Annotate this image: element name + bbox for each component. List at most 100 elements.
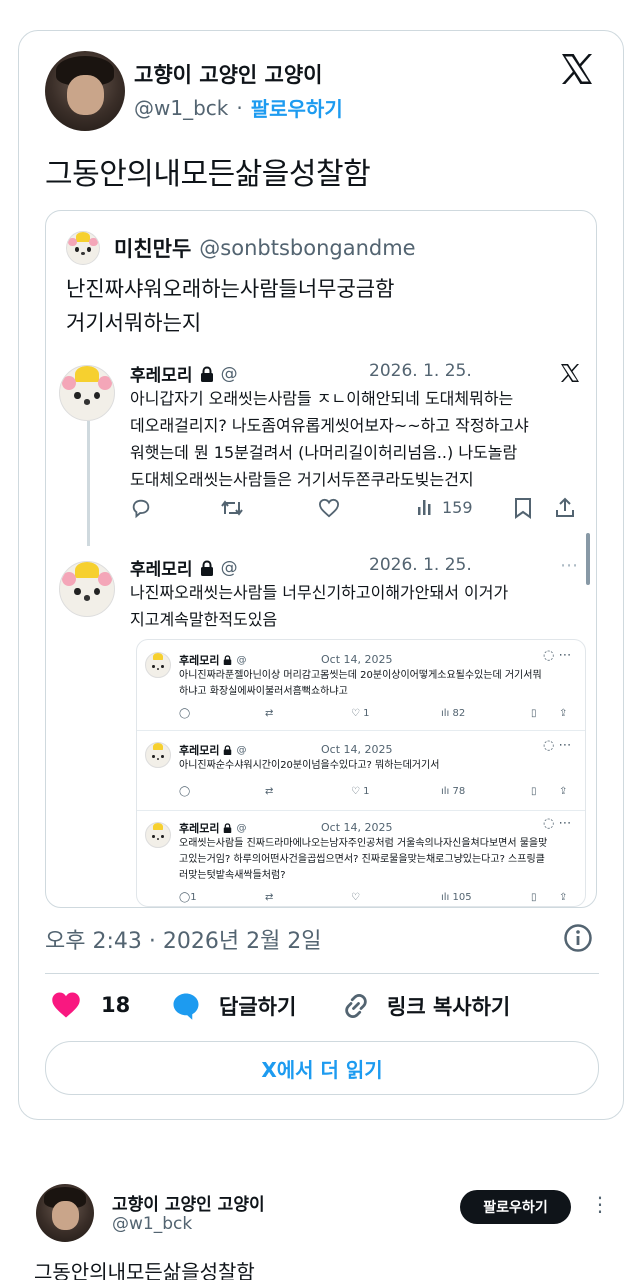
views-count: 159 <box>416 497 473 517</box>
reply-icon: ◯ <box>179 708 191 719</box>
nested-views-2: 78 <box>452 786 466 797</box>
lock-icon <box>200 365 214 382</box>
nested-at-3: @ <box>236 822 247 834</box>
divider <box>45 973 599 974</box>
nested-likes-1: 1 <box>363 708 370 719</box>
nested-name-2: 후레모리 <box>179 744 220 757</box>
footer-follow-button[interactable]: 팔로우하기 <box>460 1190 571 1224</box>
tweet-text: 그동안의내모든삶을성찰함 <box>45 157 371 192</box>
reply-icon <box>130 497 152 519</box>
thread-1-actions: 159 <box>130 497 580 521</box>
footer-author-avatar[interactable] <box>36 1184 94 1242</box>
footer-post-text: 그동안의내모든삶을성찰함 <box>34 1260 255 1280</box>
divider <box>137 730 585 731</box>
heart-icon <box>51 991 81 1019</box>
nested-3-line-3: 러맞는텃밭속새싹들처럼? <box>179 870 286 881</box>
nested-3-line-1: 오래씻는사람들 진짜드라마에나오는남자주인공처럼 거울속의나자신을쳐다보면서 물… <box>179 838 548 849</box>
quote-text-line-2: 거기서뭐하는지 <box>66 311 202 335</box>
quote-avatar <box>66 231 100 265</box>
nested-at-2: @ <box>236 744 247 756</box>
timestamp[interactable]: 오후 2:43 · 2026년 2월 2일 <box>45 923 322 955</box>
nested-avatar-3 <box>145 822 171 848</box>
thread-name-2: 후레모리 <box>130 560 193 580</box>
views-icon: ılı 82 <box>441 708 466 719</box>
more-icon: ◌ ⋯ <box>543 738 572 753</box>
more-icon: ◌ ⋯ <box>543 648 572 663</box>
footer-author-name[interactable]: 고향이 고양인 고양이 <box>112 1190 265 1215</box>
heart-icon: ♡ <box>351 892 360 903</box>
quote-author-handle: @sonbtsbongandme <box>199 236 416 260</box>
lock-icon <box>223 745 232 755</box>
thread-2-line-1: 나진짜오래씻는사람들 너무신기하고이해가안돼서 이거가 <box>130 583 509 602</box>
scrollbar[interactable] <box>586 533 590 585</box>
quoted-tweet[interactable]: 미친만두 @sonbtsbongandme 난진짜샤워오래하는사람들너무궁금함 … <box>45 210 597 908</box>
nested-views-1: 82 <box>452 708 466 719</box>
share-icon: ⇪ <box>559 708 568 719</box>
share-icon <box>554 497 576 519</box>
nested-name-1: 후레모리 <box>179 654 220 667</box>
nested-likes-2: 1 <box>363 786 370 797</box>
more-icon: ⋯ <box>560 555 578 576</box>
bookmark-icon <box>514 497 532 519</box>
x-logo-icon <box>558 361 582 385</box>
thread-connector-line <box>87 421 90 546</box>
lock-icon <box>223 823 232 833</box>
thread-1-line-3: 워햇는데 뭔 15분걸려서 (나머리길이허리넘음..) 나도놀람 <box>130 443 518 462</box>
thread-date-1: 2026. 1. 25. <box>369 361 472 381</box>
bookmark-icon: ▯ <box>531 786 537 797</box>
heart-icon: ♡ 1 <box>351 786 370 797</box>
link-icon <box>341 991 371 1021</box>
bookmark-icon: ▯ <box>531 892 537 903</box>
nested-3-line-2: 고있는거임? 하루의어떤사건을곱씹으면서? 진짜로물을맞는채로그냥있는다고? 스… <box>179 854 545 865</box>
footer-author-handle[interactable]: @w1_bck <box>112 1214 192 1234</box>
thread-1-line-2: 데오래걸리지? 나도좀여유롭게씻어보자~~하고 작정하고샤 <box>130 416 529 435</box>
thread-1-line-4: 도대체오래씻는사람들은 거기서두쫀쿠라도빚는건지 <box>130 470 474 489</box>
separator: · <box>236 95 243 120</box>
nested-2-line-1: 아니진짜순수샤워시간이20분이넘을수있다고? 뭐하는데거기서 <box>179 760 440 771</box>
copy-link-button[interactable]: 링크 복사하기 <box>341 991 510 1021</box>
reply-button[interactable]: 답글하기 <box>171 991 296 1021</box>
retweet-icon: ⇄ <box>265 786 274 797</box>
more-icon: ◌ ⋯ <box>543 816 572 831</box>
nested-screenshot: 후레모리 @ Oct 14, 2025 ◌ ⋯ 아니진짜라푼젤아닌이상 머리감고… <box>136 639 586 907</box>
thread-date-2: 2026. 1. 25. <box>369 555 472 575</box>
views-icon: ılı 78 <box>441 786 466 797</box>
bookmark-icon: ▯ <box>531 708 537 719</box>
read-more-button[interactable]: X에서 더 읽기 <box>45 1041 599 1095</box>
nested-date-1: Oct 14, 2025 <box>321 653 393 666</box>
footer-more-icon[interactable]: ⋮ <box>590 1192 610 1216</box>
thread-avatar-2 <box>59 561 115 617</box>
thread-at-2: @ <box>220 557 238 578</box>
thread-name-1: 후레모리 <box>130 366 193 386</box>
retweet-icon <box>220 497 244 519</box>
nested-avatar-2 <box>145 742 171 768</box>
reply-icon: ◯ <box>179 786 191 797</box>
follow-link[interactable]: 팔로우하기 <box>251 93 343 122</box>
nested-at-1: @ <box>236 654 247 666</box>
reply-icon: ◯1 <box>179 892 197 903</box>
lock-icon <box>223 655 232 665</box>
quote-text-line-1: 난진짜샤워오래하는사람들너무궁금함 <box>66 277 395 301</box>
views-icon: ılı 105 <box>441 892 472 903</box>
share-icon: ⇪ <box>559 892 568 903</box>
like-count: 18 <box>101 993 131 1017</box>
nested-date-2: Oct 14, 2025 <box>321 743 393 756</box>
author-name[interactable]: 고향이 고양인 고양이 <box>134 59 323 89</box>
nested-views-3: 105 <box>452 892 472 903</box>
info-icon[interactable] <box>563 923 593 953</box>
thread-avatar-1 <box>59 365 115 421</box>
like-button[interactable]: 18 <box>51 991 130 1019</box>
heart-icon <box>318 498 340 518</box>
reply-bubble-icon <box>171 991 201 1021</box>
footer-follow-label: 팔로우하기 <box>483 1200 548 1216</box>
retweet-icon: ⇄ <box>265 708 274 719</box>
nested-1-line-2: 하냐고 화장실에싸이불러서흠뻑쇼하냐고 <box>179 686 348 697</box>
divider <box>137 810 585 811</box>
lock-icon <box>200 559 214 576</box>
retweet-icon: ⇄ <box>265 892 274 903</box>
x-logo-icon[interactable] <box>557 49 597 89</box>
heart-icon: ♡ 1 <box>351 708 370 719</box>
author-avatar[interactable] <box>45 51 125 131</box>
thread-at-1: @ <box>220 363 238 384</box>
author-handle[interactable]: @w1_bck <box>134 96 228 120</box>
